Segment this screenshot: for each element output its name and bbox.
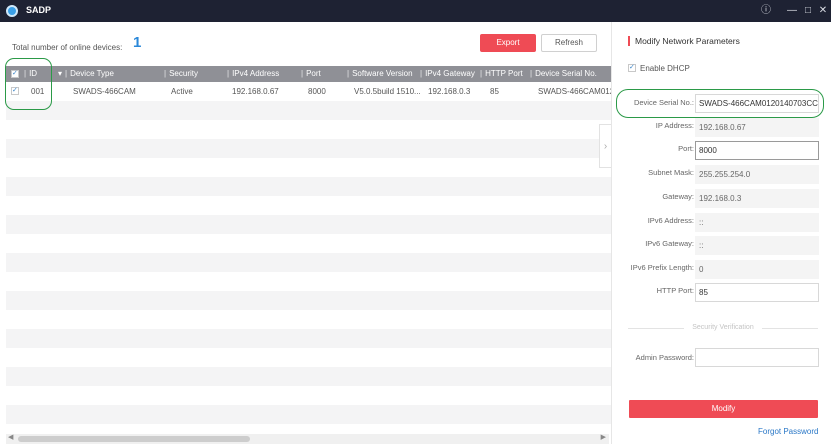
empty-row bbox=[6, 367, 611, 386]
empty-row bbox=[6, 158, 611, 177]
horizontal-scrollbar[interactable]: ◀ ▶ bbox=[6, 434, 609, 444]
column-header-ipv4-gateway[interactable]: | IPv4 Gateway bbox=[420, 66, 475, 82]
cell-id: 001 bbox=[31, 87, 45, 96]
empty-row bbox=[6, 405, 611, 424]
modify-network-panel: Modify Network Parameters Enable DHCP De… bbox=[611, 22, 831, 444]
subnet-mask-field[interactable]: 255.255.254.0 bbox=[695, 165, 819, 184]
empty-row bbox=[6, 329, 611, 348]
empty-row bbox=[6, 139, 611, 158]
empty-row bbox=[6, 291, 611, 310]
ipv6-prefix-label: IPv6 Prefix Length: bbox=[630, 263, 694, 272]
admin-password-label: Admin Password: bbox=[635, 353, 694, 362]
gateway-field[interactable]: 192.168.0.3 bbox=[695, 189, 819, 208]
gateway-label: Gateway: bbox=[662, 192, 694, 201]
sort-arrow-icon[interactable]: ▾ bbox=[58, 66, 62, 82]
divider bbox=[628, 328, 684, 329]
maximize-icon[interactable]: □ bbox=[800, 3, 816, 19]
empty-row bbox=[6, 196, 611, 215]
title-bar: SADP ⓘ — □ ✕ bbox=[0, 0, 831, 22]
empty-row bbox=[6, 234, 611, 253]
ipv6-address-label: IPv6 Address: bbox=[647, 216, 694, 225]
modify-button[interactable]: Modify bbox=[629, 400, 818, 418]
column-header-label: Port bbox=[306, 69, 321, 78]
column-header-port[interactable]: | Port bbox=[301, 66, 321, 82]
column-header-ipv4-address[interactable]: | IPv4 Address bbox=[227, 66, 279, 82]
enable-dhcp-label: Enable DHCP bbox=[640, 64, 690, 73]
column-header-label: Security bbox=[169, 69, 198, 78]
forgot-password-link[interactable]: Forgot Password bbox=[758, 427, 818, 436]
column-header-serial[interactable]: | Device Serial No. bbox=[530, 66, 597, 82]
http-port-field[interactable]: 85 bbox=[695, 283, 819, 302]
empty-row bbox=[6, 348, 611, 367]
cell-ipv4-address: 192.168.0.67 bbox=[232, 87, 279, 96]
empty-row bbox=[6, 120, 611, 139]
column-header-label: Device Serial No. bbox=[535, 69, 597, 78]
scroll-left-icon[interactable]: ◀ bbox=[8, 433, 13, 441]
column-header-device-type[interactable]: | Device Type bbox=[65, 66, 114, 82]
scrollbar-thumb[interactable] bbox=[18, 436, 250, 442]
column-header-label: Software Version bbox=[352, 69, 413, 78]
empty-row bbox=[6, 101, 611, 120]
sadp-logo-icon bbox=[6, 5, 18, 17]
select-all-checkbox[interactable] bbox=[11, 69, 19, 78]
column-header-label: IPv4 Gateway bbox=[425, 69, 475, 78]
empty-row bbox=[6, 424, 611, 434]
cell-security: Active bbox=[171, 87, 193, 96]
ipv6-gateway-field[interactable]: :: bbox=[695, 236, 819, 255]
enable-dhcp-checkbox[interactable] bbox=[628, 63, 636, 72]
cell-port: 8000 bbox=[308, 87, 326, 96]
collapse-panel-chevron-icon[interactable]: › bbox=[599, 124, 611, 168]
scroll-right-icon[interactable]: ▶ bbox=[601, 433, 606, 441]
window-title: SADP bbox=[26, 5, 52, 15]
serial-field[interactable]: SWADS-466CAM0120140703CCRR bbox=[695, 94, 819, 113]
panel-title: Modify Network Parameters bbox=[628, 36, 740, 46]
security-verification-label: Security Verification bbox=[692, 324, 754, 331]
table-row[interactable]: 001 SWADS-466CAM Active 192.168.0.67 800… bbox=[6, 82, 611, 101]
minimize-icon[interactable]: — bbox=[784, 3, 800, 19]
empty-row bbox=[6, 215, 611, 234]
column-header-software-version[interactable]: | Software Version bbox=[347, 66, 413, 82]
column-header-label: ID bbox=[29, 69, 38, 78]
refresh-button[interactable]: Refresh bbox=[541, 34, 597, 52]
divider bbox=[762, 328, 818, 329]
close-icon[interactable]: ✕ bbox=[815, 3, 831, 19]
admin-password-field[interactable] bbox=[695, 348, 819, 367]
http-port-label: HTTP Port: bbox=[656, 286, 694, 295]
ip-address-label: IP Address: bbox=[655, 121, 694, 130]
row-checkbox[interactable] bbox=[11, 86, 19, 95]
subnet-mask-label: Subnet Mask: bbox=[648, 168, 694, 177]
ipv6-prefix-field[interactable]: 0 bbox=[695, 260, 819, 279]
column-header-id[interactable]: | ID bbox=[24, 66, 37, 82]
empty-row bbox=[6, 177, 611, 196]
column-header-label: IPv4 Address bbox=[232, 69, 280, 78]
info-icon[interactable]: ⓘ bbox=[758, 3, 774, 19]
serial-label: Device Serial No.: bbox=[633, 98, 694, 107]
device-table: 001 SWADS-466CAM Active 192.168.0.67 800… bbox=[6, 82, 611, 434]
cell-device-type: SWADS-466CAM bbox=[73, 87, 136, 96]
ipv6-address-field[interactable]: :: bbox=[695, 213, 819, 232]
empty-row bbox=[6, 253, 611, 272]
column-header-label: HTTP Port bbox=[485, 69, 523, 78]
ip-address-field[interactable]: 192.168.0.67 bbox=[695, 118, 819, 137]
cell-ipv4-gateway: 192.168.0.3 bbox=[428, 87, 471, 96]
column-header-http-port[interactable]: | HTTP Port bbox=[480, 66, 523, 82]
column-header-security[interactable]: | Security bbox=[164, 66, 198, 82]
cell-serial: SWADS-466CAM012 bbox=[538, 87, 611, 96]
export-button[interactable]: Export bbox=[480, 34, 536, 52]
online-devices-label: Total number of online devices: bbox=[12, 43, 123, 52]
port-label: Port: bbox=[678, 144, 694, 153]
port-field[interactable]: 8000 bbox=[695, 141, 819, 160]
ipv6-gateway-label: IPv6 Gateway: bbox=[645, 239, 694, 248]
empty-row bbox=[6, 310, 611, 329]
online-devices-count: 1 bbox=[133, 34, 142, 51]
device-table-header: |ID ▾ |Device Type |Security |IPv4 Addre… bbox=[6, 66, 611, 82]
cell-http-port: 85 bbox=[490, 87, 499, 96]
empty-row bbox=[6, 272, 611, 291]
column-header-label: Device Type bbox=[70, 69, 114, 78]
empty-row bbox=[6, 386, 611, 405]
cell-software-version: V5.0.5build 1510... bbox=[354, 87, 421, 96]
